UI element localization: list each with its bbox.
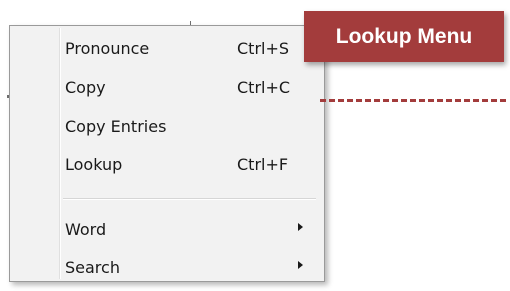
menu-item-pronounce[interactable]: Pronounce Ctrl+S xyxy=(12,30,322,68)
menu-item-copy[interactable]: Copy Ctrl+C xyxy=(12,69,322,107)
menu-item-label: Lookup xyxy=(65,155,123,174)
chevron-right-icon xyxy=(298,261,303,269)
menu-item-shortcut: Ctrl+C xyxy=(237,78,291,97)
menu-item-shortcut: Ctrl+S xyxy=(237,39,290,58)
menu-separator xyxy=(63,198,316,200)
menu-item-copy-entries[interactable]: Copy Entries xyxy=(12,108,322,146)
menu-item-label: Search xyxy=(65,258,120,277)
menu-item-label: Pronounce xyxy=(65,39,150,58)
context-menu: Pronounce Ctrl+S Copy Ctrl+C Copy Entrie… xyxy=(9,25,325,282)
menu-item-label: Copy xyxy=(65,78,106,97)
chevron-right-icon xyxy=(298,223,303,231)
menu-item-label: Word xyxy=(65,220,107,239)
callout-pointer-line xyxy=(320,99,506,102)
menu-item-shortcut: Ctrl+F xyxy=(237,155,289,174)
menu-item-label: Copy Entries xyxy=(65,117,167,136)
menu-item-search[interactable]: Search xyxy=(12,249,322,287)
menu-item-lookup[interactable]: Lookup Ctrl+F xyxy=(12,146,322,184)
lookup-menu-callout: Lookup Menu xyxy=(304,11,504,62)
menu-item-word[interactable]: Word xyxy=(12,211,322,249)
callout-label: Lookup Menu xyxy=(335,24,473,48)
